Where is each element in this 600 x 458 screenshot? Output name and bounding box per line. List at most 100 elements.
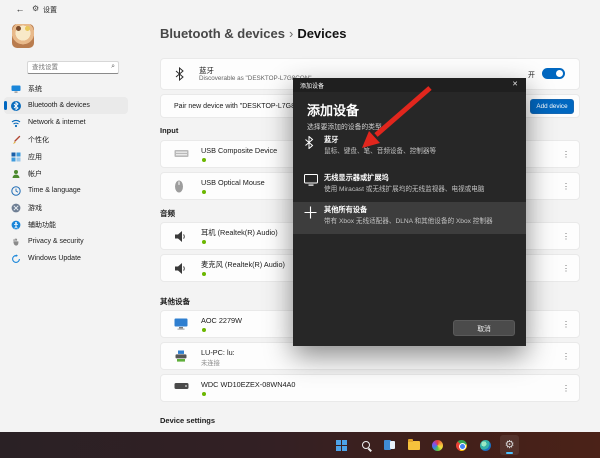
taskbar: ⚙ xyxy=(0,432,600,458)
dialog-item-desc: 使用 Miracast 或无线扩展坞的无线监视器、电视或电脑 xyxy=(324,183,484,193)
speaker-icon xyxy=(174,262,187,275)
sidebar-item-accessibility[interactable]: 辅助功能 xyxy=(4,216,128,233)
task-view-button[interactable] xyxy=(380,435,399,455)
add-device-button[interactable]: Add device xyxy=(530,99,574,114)
close-icon[interactable]: ✕ xyxy=(509,80,521,88)
bluetooth-toggle[interactable] xyxy=(542,68,565,79)
section-header-other-devices: 其他设备 xyxy=(160,296,190,307)
dialog-titlebar-label: 添加设备 xyxy=(300,81,324,90)
breadcrumb-separator-icon: › xyxy=(289,26,293,41)
sidebar-item-label: 系统 xyxy=(28,84,42,94)
sidebar-item-label: 游戏 xyxy=(28,203,42,213)
device-name: AOC 2279W xyxy=(201,316,242,325)
apps-grid-icon xyxy=(11,152,21,162)
sidebar-item-apps[interactable]: 应用 xyxy=(4,148,128,165)
settings-app-icon: ⚙ xyxy=(32,4,39,13)
more-options-icon[interactable]: ⋮ xyxy=(562,182,570,192)
search-icon xyxy=(362,441,370,449)
keyboard-icon xyxy=(174,148,189,159)
task-view-icon xyxy=(384,440,395,450)
sidebar-item-privacy-security[interactable]: Privacy & security xyxy=(4,233,128,250)
mouse-icon xyxy=(174,180,184,193)
settings-window-titlebar: ← ⚙ 设置 xyxy=(0,0,600,20)
dialog-item-bluetooth[interactable]: 蓝牙 鼠标、键盘、笔、音频设备、控制器等 xyxy=(293,132,526,164)
sidebar-item-personalization[interactable]: 个性化 xyxy=(4,131,128,148)
bluetooth-icon xyxy=(11,101,21,111)
cancel-button[interactable]: 取消 xyxy=(453,320,515,336)
start-button[interactable] xyxy=(332,435,351,455)
device-name: WDC WD10EZEX-08WN4A0 xyxy=(201,380,295,389)
more-options-icon[interactable]: ⋮ xyxy=(562,150,570,160)
settings-taskbar-button[interactable]: ⚙ xyxy=(500,435,519,455)
back-button[interactable]: ← xyxy=(12,4,28,16)
search-input[interactable] xyxy=(32,62,104,73)
device-name: USB Optical Mouse xyxy=(201,178,265,187)
dialog-item-wireless-display[interactable]: 无线显示器或扩展坞 使用 Miracast 或无线扩展坞的无线监视器、电视或电脑 xyxy=(293,170,526,202)
sidebar-item-label: Privacy & security xyxy=(28,238,84,245)
status-dot xyxy=(202,272,206,276)
sidebar-item-windows-update[interactable]: Windows Update xyxy=(4,250,128,267)
desktop-screen: ← ⚙ 设置 ⌕ 系统 Bluetooth & devices Network … xyxy=(0,0,600,458)
person-icon xyxy=(11,169,21,179)
shield-hand-icon xyxy=(11,237,21,247)
sidebar-item-accounts[interactable]: 帐户 xyxy=(4,165,128,182)
device-row-hard-drive[interactable]: WDC WD10EZEX-08WN4A0 ⋮ xyxy=(160,374,580,402)
dialog-item-title: 其他所有设备 xyxy=(324,205,367,215)
brush-icon xyxy=(11,135,21,145)
display-icon xyxy=(304,174,318,186)
settings-search-box[interactable]: ⌕ xyxy=(27,61,119,74)
xbox-icon xyxy=(11,203,21,213)
status-dot xyxy=(202,158,206,162)
bluetooth-icon xyxy=(174,67,185,81)
settings-sidebar: 系统 Bluetooth & devices Network & interne… xyxy=(4,80,128,267)
add-device-dialog: 添加设备 ✕ 添加设备 选择要添加的设备的类型。 蓝牙 鼠标、键盘、笔、音频设备… xyxy=(293,78,526,346)
back-icon: ← xyxy=(16,4,25,14)
taskbar-search-button[interactable] xyxy=(356,435,375,455)
folder-icon xyxy=(408,441,420,450)
user-avatar[interactable] xyxy=(12,24,34,48)
file-explorer-button[interactable] xyxy=(404,435,423,455)
more-options-icon[interactable]: ⋮ xyxy=(562,384,570,394)
more-options-icon[interactable]: ⋮ xyxy=(562,320,570,330)
sidebar-item-bluetooth-devices[interactable]: Bluetooth & devices xyxy=(4,97,128,114)
sidebar-item-time-language[interactable]: Time & language xyxy=(4,182,128,199)
device-name: USB Composite Device xyxy=(201,146,277,155)
sidebar-item-system[interactable]: 系统 xyxy=(4,80,128,97)
dialog-item-desc: 带有 Xbox 无线适配器、DLNA 和其他设备的 Xbox 控制器 xyxy=(324,215,493,225)
wifi-icon xyxy=(11,118,21,128)
section-header-device-settings: Device settings xyxy=(160,416,215,425)
window-title: 设置 xyxy=(43,5,57,15)
section-header-audio: 音频 xyxy=(160,208,175,219)
sidebar-item-label: 个性化 xyxy=(28,135,49,145)
breadcrumb-parent[interactable]: Bluetooth & devices xyxy=(160,26,285,41)
hard-drive-icon xyxy=(174,382,189,390)
status-dot xyxy=(202,240,206,244)
speaker-icon xyxy=(174,230,187,243)
chrome-icon xyxy=(456,440,467,451)
dialog-item-everything-else[interactable]: 其他所有设备 带有 Xbox 无线适配器、DLNA 和其他设备的 Xbox 控制… xyxy=(293,202,526,234)
more-options-icon[interactable]: ⋮ xyxy=(562,352,570,362)
color-wheel-app-button[interactable] xyxy=(428,435,447,455)
edge-button[interactable] xyxy=(476,435,495,455)
device-status-text: 未连接 xyxy=(201,358,220,367)
device-row-network-pc[interactable]: LU-PC: lu: 未连接 ⋮ xyxy=(160,342,580,370)
more-options-icon[interactable]: ⋮ xyxy=(562,232,570,242)
status-dot xyxy=(202,392,206,396)
dialog-item-desc: 鼠标、键盘、笔、音频设备、控制器等 xyxy=(324,145,436,155)
more-options-icon[interactable]: ⋮ xyxy=(562,264,570,274)
sidebar-item-label: Bluetooth & devices xyxy=(28,102,90,109)
system-icon xyxy=(11,84,21,94)
sidebar-item-gaming[interactable]: 游戏 xyxy=(4,199,128,216)
sidebar-item-network[interactable]: Network & internet xyxy=(4,114,128,131)
breadcrumb: Bluetooth & devices › Devices xyxy=(160,26,346,41)
sidebar-item-label: 帐户 xyxy=(28,169,42,179)
device-name: 麦克风 (Realtek(R) Audio) xyxy=(201,260,285,270)
printer-icon xyxy=(174,350,188,363)
page-title: Devices xyxy=(297,26,346,41)
windows-logo-icon xyxy=(336,440,347,451)
device-name: 耳机 (Realtek(R) Audio) xyxy=(201,228,278,238)
chrome-button[interactable] xyxy=(452,435,471,455)
update-arrows-icon xyxy=(11,254,21,264)
clock-icon xyxy=(11,186,21,196)
toggle-state-label: 开 xyxy=(528,70,535,80)
